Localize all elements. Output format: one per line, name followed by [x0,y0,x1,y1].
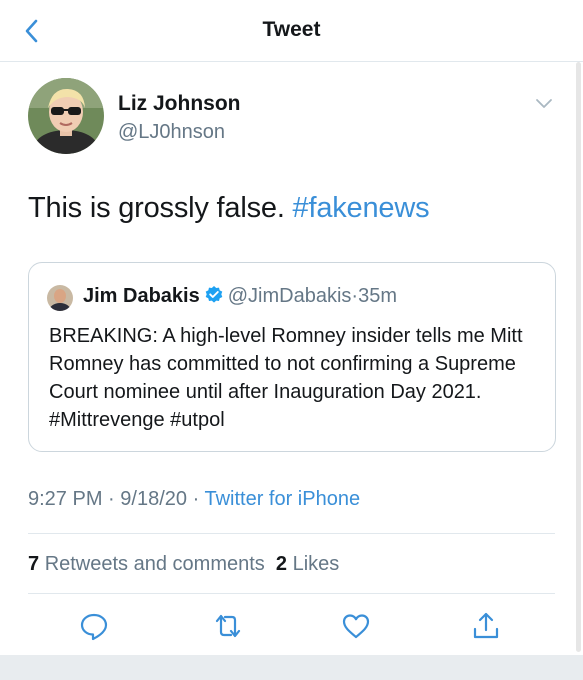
verified-badge-icon [205,286,223,303]
meta-separator: · [192,488,200,510]
tweet-author: Liz Johnson @LJ0hnson [28,78,558,160]
like-icon[interactable] [340,610,372,642]
retweets-count: 7 [28,553,40,575]
action-bar [0,606,583,646]
author-handle[interactable]: @LJ0hnson [118,121,225,144]
tweet-text: This is grossly false. #fakenews [28,192,430,225]
likes-stat[interactable]: 2 Likes [276,553,339,575]
quoted-time: 35m [358,285,397,307]
engagement-stats: 7 Retweets and comments 2 Likes [28,553,339,576]
source-link[interactable]: Twitter for iPhone [204,488,360,510]
chevron-down-icon[interactable] [534,96,554,110]
tweet-time: 9:27 PM [28,488,103,510]
quoted-handle: @JimDabakis [227,285,352,307]
retweets-stat[interactable]: 7 Retweets and comments [28,553,265,575]
divider [28,593,555,594]
tweet-body: This is grossly false. [28,192,285,224]
page-title: Tweet [262,18,321,41]
tweet-metadata: 9:27 PM · 9/18/20 · Twitter for iPhone [28,488,360,511]
avatar[interactable] [28,78,104,154]
tweet-date: 9/18/20 [120,488,188,510]
top-bar: Tweet [0,0,583,62]
meta-separator: · [108,488,115,510]
bottom-bar [0,655,583,680]
likes-count: 2 [275,553,288,575]
likes-label: Likes [292,553,340,575]
retweets-label: Retweets and comments [44,553,265,575]
quoted-text: BREAKING: A high-level Romney insider te… [49,325,523,431]
quoted-avatar [47,285,73,311]
quoted-header: Jim Dabakis @JimDabakis·35m [83,285,397,308]
scrollbar[interactable] [576,62,581,652]
reply-icon[interactable] [78,610,110,642]
author-name[interactable]: Liz Johnson [118,92,241,116]
share-icon[interactable] [470,610,502,642]
divider [28,533,555,534]
hashtag-link[interactable]: #fakenews [293,192,430,224]
quoted-name: Jim Dabakis [83,285,200,307]
quoted-tweet[interactable]: Jim Dabakis @JimDabakis·35m BREAKING: A … [28,262,556,452]
retweet-icon[interactable] [212,610,244,642]
